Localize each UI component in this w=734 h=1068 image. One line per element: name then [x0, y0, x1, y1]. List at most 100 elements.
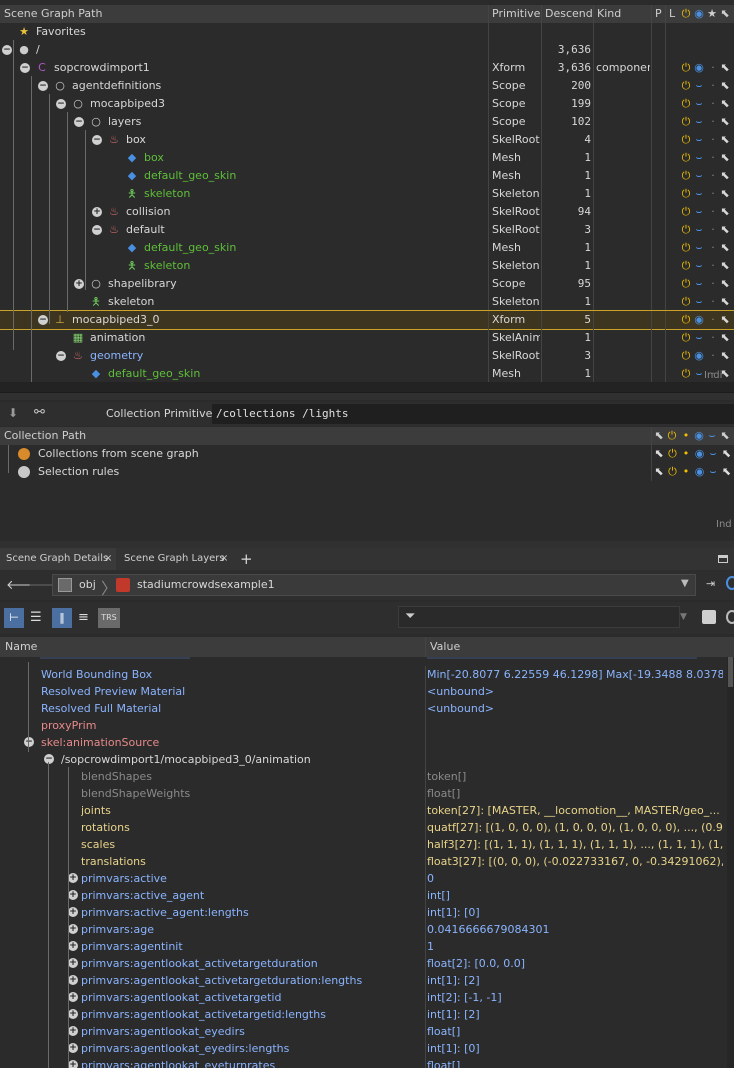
selectable-toggle-icon[interactable]: ⬉ — [719, 296, 731, 308]
expand-toggle-icon[interactable]: + — [68, 975, 78, 985]
solo-dot-icon[interactable]: · — [707, 350, 719, 362]
col-collection-path[interactable]: Collection Path — [4, 427, 404, 445]
trs-icon[interactable]: TRS — [98, 608, 120, 628]
tab-scene-graph-layers[interactable]: Scene Graph Layers × — [118, 548, 234, 570]
maximize-icon[interactable] — [718, 555, 728, 563]
activation-toggle-icon[interactable]: ⏻ — [680, 314, 692, 326]
path-obj[interactable]: obj — [79, 578, 96, 591]
tree-row[interactable]: + ♨ collision SkelRoot 94 ⏻ ⌣ · ⬉ — [0, 203, 734, 221]
network-path[interactable]: obj 〉 stadiumcrowdsexample1 ▼ — [52, 574, 696, 598]
selectable-toggle-icon[interactable]: ⬉ — [719, 242, 731, 254]
activation-toggle-icon[interactable]: ⏻ — [680, 224, 692, 236]
property-row[interactable]: + primvars:agentlookat_activetargetdurati… — [0, 955, 734, 972]
tree-row[interactable]: 🯅 skeleton Skeleton 1 ⏻ ⌣ · ⬉ — [0, 293, 734, 311]
expand-toggle-icon[interactable]: + — [68, 941, 78, 951]
solo-dot-icon[interactable]: · — [707, 332, 719, 344]
col-value[interactable]: Value — [430, 637, 710, 657]
tree-row[interactable]: ▦ animation SkelAnim 1 ⏻ ⌣ · ⬉ — [0, 329, 734, 347]
tree-row[interactable]: 🯅 skeleton Skeleton 1 ⏻ ⌣ · ⬉ — [0, 257, 734, 275]
close-icon[interactable]: × — [104, 548, 112, 570]
selectable-toggle-icon[interactable]: ⬉ — [719, 116, 731, 128]
expand-toggle-icon[interactable]: + — [68, 1043, 78, 1053]
property-row[interactable]: scales half3[27]: [(1, 1, 1), (1, 1, 1), … — [0, 836, 734, 853]
down-arrow-icon[interactable]: ⬇ — [8, 406, 18, 420]
property-row[interactable]: rotations quatf[27]: [(1, 0, 0, 0), (1, 0… — [0, 819, 734, 836]
property-row[interactable]: + primvars:active_agent int[] — [0, 887, 734, 904]
visibility-toggle-icon[interactable]: ◉ — [694, 466, 706, 478]
tree-row[interactable]: − ⊥ mocapbiped3_0 Xform 5 ⏻ ◉ · ⬉ — [0, 310, 734, 330]
collection-primitives-input[interactable]: /collections /lights — [212, 404, 734, 424]
tab-scene-graph-details[interactable]: Scene Graph Details × — [0, 548, 116, 570]
lock-icon[interactable]: ⬉ — [721, 466, 733, 478]
visibility-column-icon[interactable]: ◉ — [693, 8, 705, 20]
selectable-toggle-icon[interactable]: ⬉ — [719, 260, 731, 272]
property-row[interactable]: + primvars:agentlookat_activetargetid:len… — [0, 1006, 734, 1023]
select-column-icon[interactable]: ⬉ — [653, 430, 665, 442]
selectable-toggle-icon[interactable]: ⬉ — [719, 62, 731, 74]
property-row[interactable]: −skel:animationSource — [0, 734, 734, 751]
selectable-toggle-icon[interactable]: ⬉ — [719, 206, 731, 218]
expand-toggle-icon[interactable]: + — [68, 1060, 78, 1068]
selectable-toggle-icon[interactable]: ⬉ — [719, 350, 731, 362]
col-primitive[interactable]: Primitive — [492, 5, 542, 23]
visibility-toggle-icon[interactable]: ⌣ — [693, 80, 705, 92]
selectable-toggle-icon[interactable]: ⬉ — [719, 80, 731, 92]
visibility-toggle-icon[interactable]: ◉ — [693, 314, 705, 326]
activation-toggle-icon[interactable]: ⏻ — [680, 170, 692, 182]
property-row[interactable]: translations float3[27]: [(0, 0, 0), (-0.… — [0, 853, 734, 870]
selectable-toggle-icon[interactable]: ⬉ — [719, 98, 731, 110]
details-vscroll[interactable] — [727, 657, 734, 1068]
tree-row[interactable]: ★ Favorites — [0, 23, 734, 41]
expand-toggle-icon[interactable]: + — [68, 907, 78, 917]
solo-toggle-icon[interactable]: ⌣ — [707, 466, 719, 478]
col-name[interactable]: Name — [5, 637, 405, 657]
selectable-toggle-icon[interactable]: ⬉ — [719, 188, 731, 200]
path-dropdown-icon[interactable]: ▼ — [681, 578, 689, 589]
collection-row[interactable]: Collections from scene graph ⬉ ⏻ • ◉ ⌣ ⬉ — [0, 445, 734, 463]
expand-toggle-icon[interactable]: − — [56, 351, 66, 361]
tree-row[interactable]: ◆ box Mesh 1 ⏻ ⌣ · ⬉ — [0, 149, 734, 167]
tree-row[interactable]: − ♨ box SkelRoot 4 ⏻ ⌣ · ⬉ — [0, 131, 734, 149]
property-row[interactable]: joints token[27]: [MASTER, __locomotion__… — [0, 802, 734, 819]
dot-icon[interactable]: • — [680, 466, 692, 478]
visibility-toggle-icon[interactable]: ⌣ — [693, 152, 705, 164]
visibility-toggle-icon[interactable]: ⌣ — [693, 278, 705, 290]
power-column-icon[interactable]: ⏻ — [666, 430, 678, 442]
solo-dot-icon[interactable]: · — [707, 134, 719, 146]
solo-column-icon[interactable]: ⌣ — [706, 430, 718, 442]
star-column-icon[interactable]: ★ — [706, 8, 718, 20]
selectable-toggle-icon[interactable]: ⬉ — [719, 170, 731, 182]
panel-splitter-bottom[interactable] — [0, 541, 734, 548]
expand-toggle-icon[interactable]: + — [74, 279, 84, 289]
visibility-toggle-icon[interactable]: ⌣ — [693, 98, 705, 110]
col-l[interactable]: L — [669, 5, 679, 23]
visibility-toggle-icon[interactable]: ◉ — [693, 62, 705, 74]
expand-toggle-icon[interactable]: + — [92, 207, 102, 217]
visibility-toggle-icon[interactable]: ◉ — [694, 448, 706, 460]
tree-row[interactable]: − ♨ geometry SkelRoot 3 ⏻ ◉ · ⬉ — [0, 347, 734, 365]
solo-dot-icon[interactable]: · — [707, 314, 719, 326]
dot-icon[interactable]: • — [680, 448, 692, 460]
property-row[interactable]: + primvars:agentlookat_eyeturnrates float[… — [0, 1057, 734, 1068]
tree-row[interactable]: + ○ shapelibrary Scope 95 ⏻ ⌣ · ⬉ — [0, 275, 734, 293]
tree-row[interactable]: ◆ default_geo_skin Mesh 1 ⏻ ⌣ · ⬉ — [0, 239, 734, 257]
select-icon[interactable]: ⬉ — [653, 448, 665, 460]
rows-view-icon[interactable]: ≡ — [78, 610, 89, 625]
tree-row[interactable]: − ● / 3,636 — [0, 41, 734, 59]
activation-toggle-icon[interactable]: ⏻ — [680, 152, 692, 164]
close-icon[interactable]: × — [220, 548, 228, 570]
solo-dot-icon[interactable]: · — [707, 80, 719, 92]
property-row[interactable]: + primvars:agentlookat_eyedirs float[] — [0, 1023, 734, 1040]
solo-dot-icon[interactable]: · — [707, 296, 719, 308]
expand-toggle-icon[interactable]: + — [68, 890, 78, 900]
tree-row[interactable]: − ○ mocapbiped3 Scope 199 ⏻ ⌣ · ⬉ — [0, 95, 734, 113]
dot-column-icon[interactable]: • — [680, 430, 692, 442]
property-row[interactable]: blendShapes token[] — [0, 768, 734, 785]
visibility-toggle-icon[interactable]: ⌣ — [693, 296, 705, 308]
solo-dot-icon[interactable]: · — [707, 62, 719, 74]
expand-toggle-icon[interactable]: − — [74, 117, 84, 127]
selectable-toggle-icon[interactable]: ⬉ — [719, 278, 731, 290]
activation-toggle-icon[interactable]: ⏻ — [680, 188, 692, 200]
solo-dot-icon[interactable]: · — [707, 206, 719, 218]
help-icon[interactable] — [726, 576, 734, 590]
